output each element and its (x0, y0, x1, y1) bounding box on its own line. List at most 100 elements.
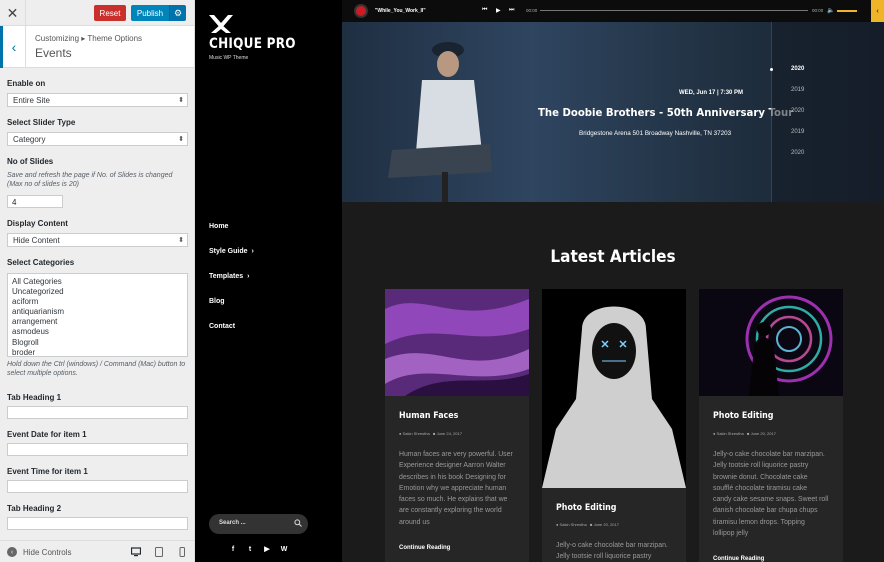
category-option[interactable]: arrangement (12, 317, 183, 327)
latest-articles-heading: Latest Articles (550, 247, 676, 267)
article-card: Photo Editing ● Sakin Shrestha ■ June 20… (699, 289, 843, 562)
continue-reading-link[interactable]: Continue Reading (713, 556, 764, 562)
tab-heading-2-input[interactable] (7, 517, 188, 530)
continue-reading-link[interactable]: Continue Reading (399, 545, 450, 551)
twitter-icon[interactable]: t (246, 545, 254, 553)
hide-controls-button[interactable]: Hide Controls (23, 548, 71, 557)
enable-on-value: Entire Site (13, 96, 50, 105)
excerpt-line: candy cake sesame snaps. Sweet roll (713, 496, 829, 504)
nav-item-label: Blog (209, 298, 225, 305)
excerpt-line: danish chocolate bar chupa chups (713, 507, 818, 515)
excerpt-line: describes in his book Designing for (399, 473, 506, 481)
no-of-slides-input[interactable]: 4 (7, 195, 63, 208)
playlist-toggle-icon[interactable]: ‹ (871, 0, 884, 22)
year-tab[interactable]: 2020 (791, 108, 804, 114)
audio-player: "While_You_Work_II" ⏮ ▶ ⏭ 00:00 00:00 🔈 … (342, 0, 884, 22)
chevron-right-icon: › (247, 273, 250, 280)
author-icon: ● (556, 522, 559, 527)
desktop-icon[interactable] (131, 547, 141, 557)
nav-item-contact[interactable]: Contact (209, 323, 235, 330)
event-time-1-input[interactable] (7, 480, 188, 493)
site-title[interactable]: CHIQUE PRO (209, 36, 296, 52)
article-author[interactable]: Sakin Shrestha (560, 522, 587, 527)
play-icon[interactable]: ▶ (496, 7, 501, 14)
tab-heading-1-label: Tab Heading 1 (7, 393, 62, 402)
wordpress-icon[interactable]: W (280, 545, 288, 553)
nav-item-label: Home (209, 223, 229, 230)
category-option[interactable]: broder (12, 348, 183, 356)
nav-item-label: Templates (209, 273, 244, 280)
mobile-icon[interactable] (177, 547, 187, 557)
article-title[interactable]: Photo Editing (556, 503, 616, 513)
article-title[interactable]: Human Faces (399, 411, 458, 421)
select-arrows-icon: ⬍ (178, 97, 184, 104)
enable-on-select[interactable]: Entire Site ⬍ (7, 93, 188, 107)
article-title[interactable]: Photo Editing (713, 411, 773, 421)
article-author[interactable]: Sakin Shrestha (717, 431, 744, 436)
logo-icon[interactable] (209, 15, 233, 33)
nav-item-style-guide[interactable]: Style Guide › (209, 248, 254, 255)
display-content-label: Display Content (7, 219, 68, 228)
nav-item-templates[interactable]: Templates › (209, 273, 249, 280)
volume-icon[interactable]: 🔈 (827, 7, 834, 14)
event-date-1-input[interactable] (7, 443, 188, 456)
reset-button[interactable]: Reset (94, 5, 126, 21)
article-date: June 20, 2017 (593, 522, 619, 527)
article-excerpt: Human faces are very powerful. User Expe… (399, 449, 517, 528)
excerpt-line: tiramisu lemon drops. Topping (713, 518, 805, 526)
tablet-icon[interactable] (154, 547, 164, 557)
category-option[interactable]: asmodeus (12, 327, 183, 337)
excerpt-line: Emotion why we appreciate human (399, 484, 507, 492)
category-option[interactable]: All Categories (12, 277, 183, 287)
category-option[interactable]: antiquarianism (12, 307, 183, 317)
year-tab[interactable]: 2020 (791, 66, 804, 72)
event-venue: Bridgestone Arena 501 Broadway Nashville… (579, 130, 732, 137)
chevron-right-icon: › (251, 248, 254, 255)
category-option[interactable]: Blogroll (12, 338, 183, 348)
year-tab[interactable]: 2020 (791, 150, 804, 156)
progress-bar[interactable] (540, 10, 808, 11)
year-tab[interactable]: 2019 (791, 87, 804, 93)
slider-type-select[interactable]: Category ⬍ (7, 132, 188, 146)
previous-track-icon[interactable]: ⏮ (482, 7, 487, 14)
select-arrows-icon: ⬍ (178, 136, 184, 143)
site-sidebar: CHIQUE PRO Music WP Theme Home Style Gui… (195, 0, 342, 562)
search-icon[interactable] (294, 519, 302, 527)
tab-heading-2-label: Tab Heading 2 (7, 504, 62, 513)
article-image[interactable] (542, 289, 686, 488)
no-of-slides-label: No of Slides (7, 157, 54, 166)
calendar-icon: ■ (590, 522, 593, 527)
close-customizer-button[interactable]: ✕ (0, 0, 26, 26)
next-track-icon[interactable]: ⏭ (509, 7, 514, 14)
article-image[interactable] (385, 289, 529, 396)
publish-settings-gear-icon[interactable]: ⚙ (169, 5, 186, 21)
nav-item-home[interactable]: Home (209, 223, 228, 230)
site-search-input[interactable]: Search ... (209, 514, 308, 534)
event-date: WED, Jun 17 | 7:30 PM (679, 90, 744, 96)
author-icon: ● (399, 431, 402, 436)
tab-heading-1-input[interactable] (7, 406, 188, 419)
volume-slider[interactable] (837, 10, 857, 12)
event-title[interactable]: The Doobie Brothers - 50th Anniversary T… (538, 106, 793, 119)
collapse-icon[interactable]: ‹ (7, 547, 17, 557)
youtube-icon[interactable]: ▶ (263, 545, 271, 553)
article-image[interactable] (699, 289, 843, 396)
enable-on-label: Enable on (7, 79, 46, 88)
publish-button[interactable]: Publish (131, 5, 169, 21)
category-option[interactable]: aciform (12, 297, 183, 307)
back-button[interactable]: ‹ (0, 26, 26, 68)
excerpt-line: Jelly-o cake chocolate bar marzipan. (713, 451, 825, 458)
categories-multiselect[interactable]: All Categories Uncategorized aciform ant… (7, 273, 188, 357)
excerpt-line: lollipop jelly (713, 530, 749, 538)
customizer-footer: ‹ Hide Controls (0, 540, 194, 562)
category-option[interactable]: Uncategorized (12, 287, 183, 297)
facebook-icon[interactable]: f (229, 545, 237, 553)
excerpt-line: Jelly-o cake chocolate bar marzipan. (556, 542, 668, 549)
article-date: June 24, 2017 (436, 431, 462, 436)
year-tab[interactable]: 2019 (791, 129, 804, 135)
excerpt-line: Human faces are very powerful. User (399, 451, 513, 458)
nav-item-blog[interactable]: Blog (209, 298, 225, 305)
article-meta: ● Sakin Shrestha ■ June 24, 2017 (399, 431, 462, 436)
article-author[interactable]: Sakin Shrestha (403, 431, 430, 436)
display-content-select[interactable]: Hide Content ⬍ (7, 233, 188, 247)
